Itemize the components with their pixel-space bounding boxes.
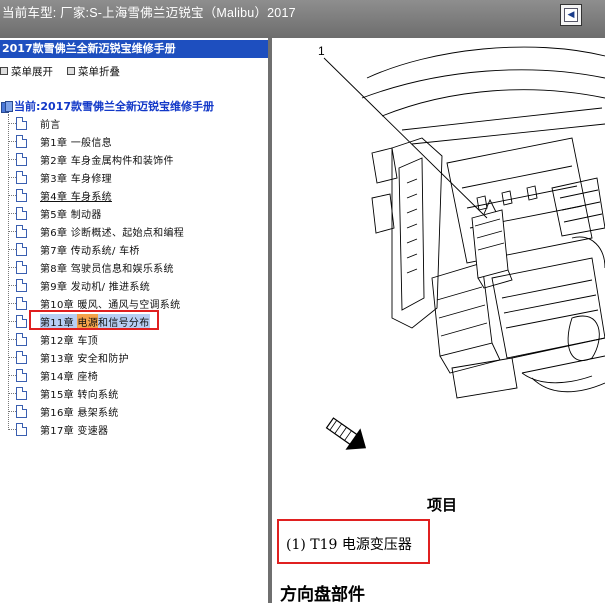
document-icon bbox=[16, 188, 27, 202]
tree-item-chapter-12[interactable]: 第12章 车顶 bbox=[8, 330, 98, 348]
document-icon bbox=[16, 368, 27, 382]
selection-highlight-box bbox=[29, 310, 159, 330]
document-icon bbox=[16, 170, 27, 184]
document-icon bbox=[16, 278, 27, 292]
document-icon bbox=[16, 386, 27, 400]
content-panel: 1 项目 (1) T19 电源变压器 方向盘部件 bbox=[272, 38, 605, 603]
view-direction-arrow-icon bbox=[325, 417, 367, 450]
document-icon bbox=[16, 260, 27, 274]
tree-item-chapter-9[interactable]: 第9章 发动机/ 推进系统 bbox=[8, 276, 150, 294]
tree-item-chapter-1[interactable]: 第1章 一般信息 bbox=[8, 132, 112, 150]
tree-item-chapter-5[interactable]: 第5章 制动器 bbox=[8, 204, 102, 222]
menu-expand-button[interactable]: 菜单展开 bbox=[0, 64, 53, 79]
page-nav-icon: ◀ bbox=[564, 8, 578, 22]
document-icon bbox=[16, 422, 27, 436]
vehicle-info-bar: 当前车型: 厂家:S-上海雪佛兰迈锐宝（Malibu）2017 ◀ bbox=[0, 0, 605, 38]
tree-item-chapter-13[interactable]: 第13章 安全和防护 bbox=[8, 348, 129, 366]
callout-number: 1 bbox=[318, 44, 325, 58]
manual-sidebar: 2017款雪佛兰全新迈锐宝维修手册 菜单展开 菜单折叠 当前:2017款雪佛兰全… bbox=[0, 38, 268, 603]
document-icon bbox=[16, 116, 27, 130]
document-icon bbox=[16, 152, 27, 166]
document-icon bbox=[16, 296, 27, 310]
component-label: (1) T19 电源变压器 bbox=[286, 537, 412, 553]
tree-item-chapter-6[interactable]: 第6章 诊断概述、起始点和编程 bbox=[8, 222, 184, 240]
document-icon bbox=[16, 404, 27, 418]
sidebar-title: 2017款雪佛兰全新迈锐宝维修手册 bbox=[0, 40, 268, 58]
tree-item-chapter-16[interactable]: 第16章 悬架系统 bbox=[8, 402, 119, 420]
page-nav-button[interactable]: ◀ bbox=[560, 4, 582, 26]
tree-item-chapter-7[interactable]: 第7章 传动系统/ 车桥 bbox=[8, 240, 140, 258]
document-icon bbox=[16, 134, 27, 148]
tree-item-preface[interactable]: 前言 bbox=[8, 114, 61, 132]
expand-icon bbox=[0, 67, 8, 75]
document-icon bbox=[16, 224, 27, 238]
tree-item-chapter-2[interactable]: 第2章 车身金属构件和装饰件 bbox=[8, 150, 174, 168]
item-heading: 项目 bbox=[427, 496, 458, 514]
tree-item-chapter-4[interactable]: 第4章 车身系统 bbox=[8, 186, 112, 204]
document-icon bbox=[16, 206, 27, 220]
tree-item-chapter-14[interactable]: 第14章 座椅 bbox=[8, 366, 98, 384]
tree-item-chapter-15[interactable]: 第15章 转向系统 bbox=[8, 384, 119, 402]
menu-controls: 菜单展开 菜单折叠 bbox=[0, 62, 120, 80]
document-icon bbox=[16, 332, 27, 346]
menu-expand-label: 菜单展开 bbox=[11, 65, 53, 78]
tree-item-chapter-17[interactable]: 第17章 变速器 bbox=[8, 420, 108, 438]
tree-item-chapter-3[interactable]: 第3章 车身修理 bbox=[8, 168, 112, 186]
menu-collapse-button[interactable]: 菜单折叠 bbox=[67, 64, 120, 79]
book-icon bbox=[0, 100, 13, 113]
document-icon bbox=[16, 314, 27, 328]
document-icon bbox=[16, 242, 27, 256]
collapse-icon bbox=[67, 67, 75, 75]
component-location-diagram bbox=[323, 46, 605, 450]
vehicle-label: 当前车型: 厂家:S-上海雪佛兰迈锐宝（Malibu）2017 bbox=[2, 6, 296, 20]
section-heading: 方向盘部件 bbox=[280, 585, 365, 603]
tree-root-label: 当前:2017款雪佛兰全新迈锐宝维修手册 bbox=[14, 100, 215, 113]
tree-root[interactable]: 当前:2017款雪佛兰全新迈锐宝维修手册 bbox=[0, 98, 214, 114]
tree-item-chapter-8[interactable]: 第8章 驾驶员信息和娱乐系统 bbox=[8, 258, 174, 276]
document-icon bbox=[16, 350, 27, 364]
menu-collapse-label: 菜单折叠 bbox=[78, 65, 120, 78]
